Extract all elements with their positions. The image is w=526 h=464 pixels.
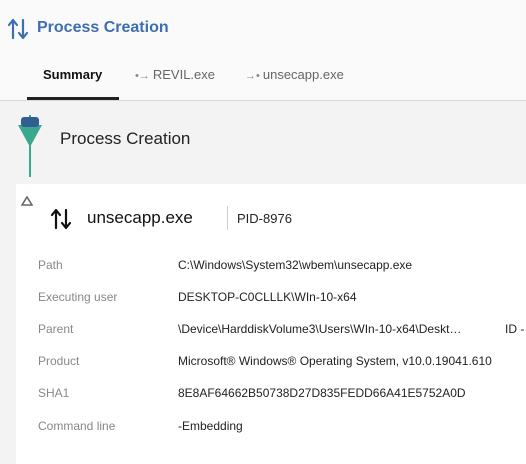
field-label: Product [38,354,80,368]
arrow-right-icon: •→ [135,70,150,82]
field-label: Executing user [38,290,118,304]
process-card: unsecapp.exe PID-8976 Path C:\Windows\Sy… [16,184,526,464]
section-title: Process Creation [60,129,191,148]
tab-summary[interactable]: Summary [43,67,102,82]
parent-path-link[interactable]: \Device\HarddiskVolume3\Users\WIn-10-x64… [178,322,483,336]
tab-unsecapp[interactable]: →• unsecapp.exe [245,67,344,82]
field-value: 8E8AF64662B50738D27D835FEDD66A41E5752A0D [178,386,466,400]
field-label: SHA1 [38,386,70,400]
collapse-triangle-icon[interactable] [21,196,33,206]
tab-unsecapp-label: unsecapp.exe [262,67,344,82]
field-label: Path [38,258,63,272]
page-header: Process Creation Summary •→ REVIL.exe →• u… [0,0,526,100]
field-value: C:\Windows\System32\wbem\unsecapp.exe [178,258,413,272]
process-id: PID-8976 [237,211,292,226]
page-title: Process Creation [37,19,169,36]
parent-id-label: ID - [505,322,525,336]
timeline-marker-icon [18,115,42,177]
process-arrows-icon [50,208,72,230]
field-value: -Embedding [178,419,243,433]
vertical-separator [227,206,228,230]
field-label: Parent [38,322,74,336]
arrow-right-icon: →• [245,70,260,82]
tab-revil[interactable]: •→ REVIL.exe [135,67,215,82]
tab-revil-label: REVIL.exe [152,67,216,82]
tab-summary-label: Summary [43,67,103,82]
process-name: unsecapp.exe [87,208,193,227]
process-arrows-icon [7,18,29,40]
header-divider [0,100,526,101]
field-value: DESKTOP-C0CLLLK\WIn-10-x64 [178,290,357,304]
field-label: Command line [38,419,116,433]
field-value: Microsoft® Windows® Operating System, v1… [178,354,492,368]
